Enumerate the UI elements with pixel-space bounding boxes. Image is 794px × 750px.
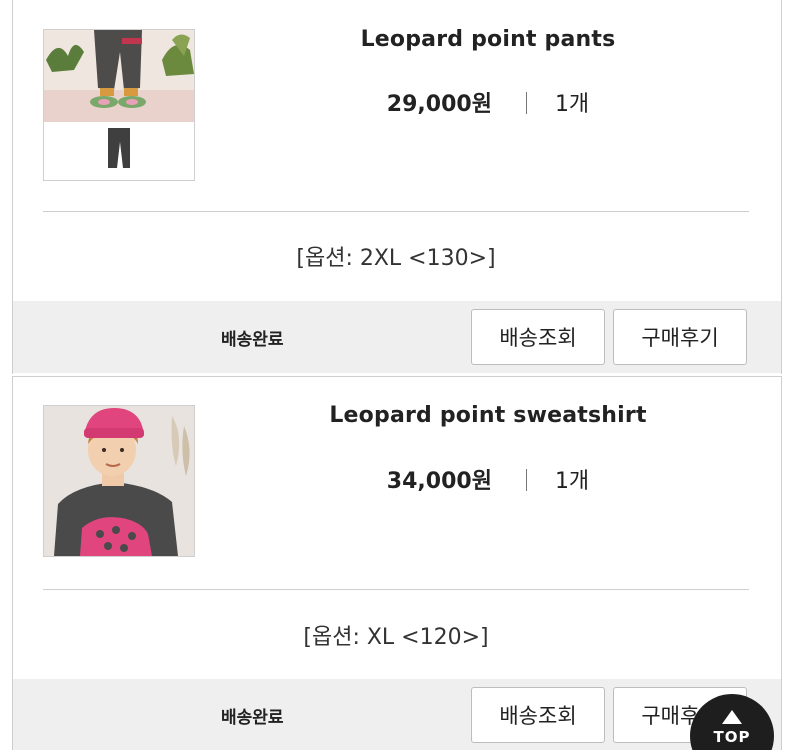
divider — [43, 589, 749, 590]
product-title[interactable]: Leopard point sweatshirt — [223, 403, 753, 428]
product-option: [옵션: XL <120>] — [303, 625, 489, 650]
order-item: Leopard point pants 29,000원 1개 [옵션: 2XL <… — [12, 0, 782, 374]
delivery-status: 배송완료 — [221, 708, 284, 728]
price-quantity-row: 29,000원 1개 — [223, 86, 753, 118]
separator — [525, 469, 527, 491]
write-review-button[interactable]: 구매후기 — [613, 309, 747, 365]
product-title[interactable]: Leopard point pants — [223, 27, 753, 52]
product-thumbnail[interactable] — [43, 29, 195, 181]
separator — [525, 92, 527, 114]
order-footer: 배송완료 배송조회 구매후기 — [13, 301, 781, 373]
product-price: 34,000원 — [386, 469, 492, 494]
order-item: Leopard point sweatshirt 34,000원 1개 [옵션: … — [12, 376, 782, 750]
order-footer: 배송완료 배송조회 구매후기 — [13, 679, 781, 750]
arrow-up-icon — [722, 710, 742, 724]
top-button-label: TOP — [713, 728, 751, 746]
track-delivery-button[interactable]: 배송조회 — [471, 687, 605, 743]
delivery-status: 배송완료 — [221, 330, 284, 350]
sweatshirt-photo — [44, 406, 194, 556]
product-price: 29,000원 — [386, 92, 492, 117]
product-option: [옵션: 2XL <130>] — [296, 246, 496, 271]
pants-photo — [44, 30, 194, 180]
track-delivery-button[interactable]: 배송조회 — [471, 309, 605, 365]
price-quantity-row: 34,000원 1개 — [223, 463, 753, 495]
product-quantity: 1개 — [554, 469, 590, 494]
divider — [43, 211, 749, 212]
product-thumbnail[interactable] — [43, 405, 195, 557]
order-list-page: Leopard point pants 29,000원 1개 [옵션: 2XL <… — [0, 0, 794, 750]
product-quantity: 1개 — [554, 92, 590, 117]
